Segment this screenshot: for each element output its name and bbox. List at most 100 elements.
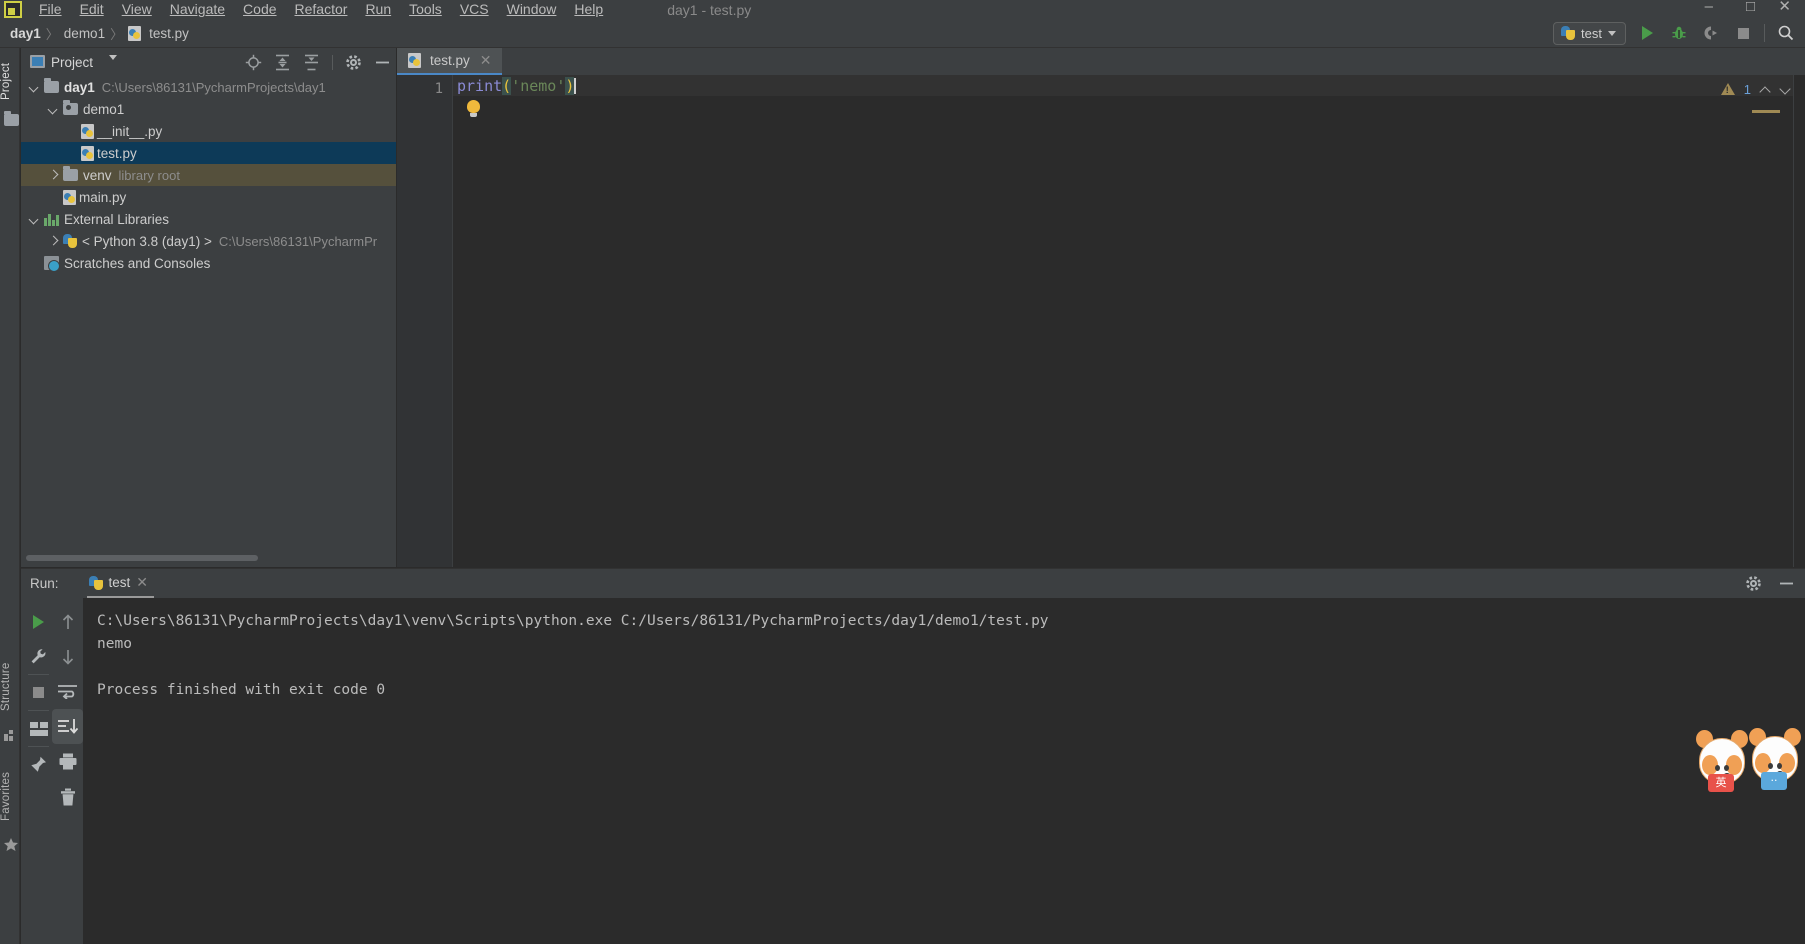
gear-icon [346,54,361,70]
stop-process-button[interactable] [23,675,54,710]
menu-navigate[interactable]: Navigate [161,2,234,18]
mascot-eye-right [1777,763,1782,769]
run-button[interactable] [1636,21,1658,45]
project-panel-actions [245,48,391,76]
menu-code[interactable]: Code [234,2,285,18]
close-icon[interactable]: ✕ [136,574,148,591]
menu-refactor[interactable]: Refactor [286,2,357,18]
tree-node-external-libraries[interactable]: External Libraries [21,208,396,230]
tree-node-day1[interactable]: day1 C:\Users\86131\PycharmProjects\day1 [21,76,396,98]
menu-help[interactable]: Help [565,2,612,18]
tree-node-init-py[interactable]: __init__.py [21,120,396,142]
folder-icon[interactable] [4,111,19,126]
menu-run-label: Run [365,1,392,17]
wrench-icon [31,649,46,664]
menu-vcs-label: VCS [459,1,489,17]
hide-run-panel-button[interactable] [1778,575,1795,592]
warning-scroll-marker[interactable] [1752,110,1780,113]
chevron-right-icon[interactable] [48,235,60,247]
run-settings-button[interactable] [1745,575,1762,592]
editor-area: test.py ✕ 1 print('nemo') 1 [397,48,1805,567]
scroll-to-end-button[interactable] [52,709,83,744]
soft-wrap-button[interactable] [52,674,83,709]
next-occurrence-button[interactable] [52,639,83,674]
breadcrumb-root[interactable]: day1 [10,26,41,41]
chevron-right-icon[interactable] [48,169,60,181]
strip-structure-label[interactable]: Structure [0,652,20,722]
tree-node-demo1[interactable]: demo1 [21,98,396,120]
locate-icon [245,54,262,70]
coverage-icon [1704,26,1717,40]
run-icon [1641,26,1653,40]
project-settings-button[interactable] [345,54,362,71]
search-button[interactable] [1775,21,1797,45]
breadcrumb-separator-2: 〉 [110,26,124,42]
chevron-down-icon[interactable] [29,213,41,225]
strip-favorites-label[interactable]: Favorites [0,760,20,832]
coverage-button[interactable] [1700,21,1722,45]
menu-file[interactable]: File [30,2,71,18]
project-horizontal-scrollbar[interactable] [26,555,258,561]
left-tool-strip: Project Structure Favorites [0,48,20,944]
select-opened-file-button[interactable] [245,54,262,71]
run-configuration-selector[interactable]: test [1553,21,1626,45]
breadcrumb-folder[interactable]: demo1 [64,26,105,41]
project-panel-title: Project [51,54,94,70]
close-button[interactable]: ✕ [1778,0,1791,14]
configure-button[interactable] [23,639,54,674]
code-line-1[interactable]: print('nemo') [453,75,1805,96]
pin-icon [31,756,46,772]
star-icon[interactable] [4,838,18,851]
code-editor[interactable]: print('nemo') [453,75,1805,567]
stop-button[interactable] [1732,21,1754,45]
pin-tab-button[interactable] [23,747,54,782]
menu-run[interactable]: Run [356,2,400,18]
menu-vcs[interactable]: VCS [451,2,498,18]
hide-panel-button[interactable] [374,54,391,71]
close-icon[interactable]: ✕ [480,52,492,69]
minimize-button[interactable]: – [1705,0,1713,14]
collapse-all-button[interactable] [303,54,320,71]
tree-node-hint: C:\Users\86131\PycharmPr [218,233,378,249]
token-function-print: print [457,76,503,95]
editor-gutter[interactable]: 1 [397,75,453,567]
tree-node-python-sdk[interactable]: < Python 3.8 (day1) > C:\Users\86131\Pyc… [21,230,396,252]
chevron-up-icon[interactable] [1760,84,1771,95]
menu-edit[interactable]: Edit [71,2,113,18]
menu-view[interactable]: View [113,2,161,18]
editor-scroll-rail[interactable] [1793,75,1805,567]
up-arrow-icon [62,613,73,629]
line-number: 1 [434,81,443,97]
project-tree[interactable]: day1 C:\Users\86131\PycharmProjects\day1… [21,76,396,547]
strip-project-label[interactable]: Project [0,54,20,108]
run-tab-test[interactable]: test ✕ [86,569,155,598]
tree-node-label: test.py [97,145,137,161]
clear-console-button[interactable] [52,779,83,814]
menu-file-label: File [39,1,62,17]
lightbulb-icon[interactable] [467,100,480,117]
token-open-paren: ( [502,76,512,95]
breadcrumb-file[interactable]: test.py [149,26,189,41]
tree-node-test-py[interactable]: test.py [21,142,396,164]
tree-node-scratches[interactable]: Scratches and Consoles [21,252,396,274]
tree-node-venv[interactable]: venv library root [21,164,396,186]
minimize-icon [1780,582,1793,585]
console-output[interactable]: C:\Users\86131\PycharmProjects\day1\venv… [83,598,1805,944]
editor-tab-test-py[interactable]: test.py ✕ [397,48,502,75]
tree-node-main-py[interactable]: main.py [21,186,396,208]
print-button[interactable] [52,744,83,779]
menu-tools[interactable]: Tools [400,2,451,18]
menu-window[interactable]: Window [498,2,566,18]
maximize-button[interactable]: □ [1746,0,1755,14]
previous-occurrence-button[interactable] [52,604,83,639]
expand-all-button[interactable] [274,54,291,71]
debug-button[interactable] [1668,21,1690,45]
trash-icon [60,788,75,805]
structure-icon[interactable] [4,728,17,741]
layout-button[interactable] [23,711,54,746]
scratches-icon [44,256,60,272]
chevron-down-icon[interactable] [1780,84,1791,95]
chevron-down-icon[interactable] [48,103,60,115]
chevron-down-icon[interactable] [29,81,41,93]
rerun-button[interactable] [23,604,54,639]
